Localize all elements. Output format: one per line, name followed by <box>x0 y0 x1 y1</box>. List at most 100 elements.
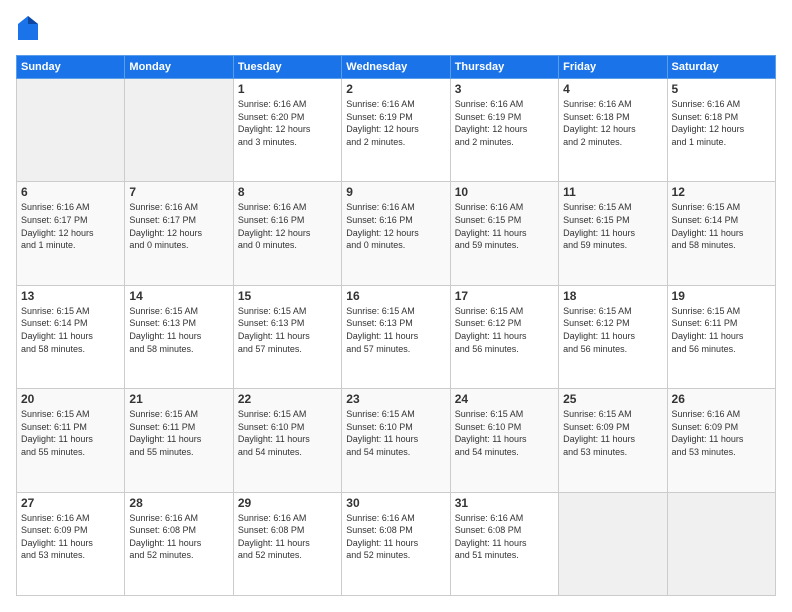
day-info: Sunrise: 6:16 AM Sunset: 6:08 PM Dayligh… <box>238 512 337 562</box>
day-info: Sunrise: 6:15 AM Sunset: 6:13 PM Dayligh… <box>129 305 228 355</box>
day-number: 29 <box>238 496 337 510</box>
week-row-5: 27 Sunrise: 6:16 AM Sunset: 6:09 PM Dayli… <box>17 492 776 595</box>
day-number: 25 <box>563 392 662 406</box>
calendar-cell: 19 Sunrise: 6:15 AM Sunset: 6:11 PM Dayli… <box>667 285 775 388</box>
day-number: 24 <box>455 392 554 406</box>
calendar-cell: 29 Sunrise: 6:16 AM Sunset: 6:08 PM Dayli… <box>233 492 341 595</box>
day-number: 17 <box>455 289 554 303</box>
day-info: Sunrise: 6:16 AM Sunset: 6:17 PM Dayligh… <box>129 201 228 251</box>
day-number: 6 <box>21 185 120 199</box>
calendar-cell: 14 Sunrise: 6:15 AM Sunset: 6:13 PM Dayli… <box>125 285 233 388</box>
calendar-cell: 25 Sunrise: 6:15 AM Sunset: 6:09 PM Dayli… <box>559 389 667 492</box>
calendar-cell: 28 Sunrise: 6:16 AM Sunset: 6:08 PM Dayli… <box>125 492 233 595</box>
weekday-header-tuesday: Tuesday <box>233 56 341 79</box>
calendar-cell: 17 Sunrise: 6:15 AM Sunset: 6:12 PM Dayli… <box>450 285 558 388</box>
day-number: 20 <box>21 392 120 406</box>
calendar-cell: 24 Sunrise: 6:15 AM Sunset: 6:10 PM Dayli… <box>450 389 558 492</box>
weekday-header-friday: Friday <box>559 56 667 79</box>
day-number: 30 <box>346 496 445 510</box>
week-row-1: 1Sunrise: 6:16 AM Sunset: 6:20 PM Daylig… <box>17 79 776 182</box>
day-number: 2 <box>346 82 445 96</box>
day-info: Sunrise: 6:16 AM Sunset: 6:19 PM Dayligh… <box>346 98 445 148</box>
day-info: Sunrise: 6:15 AM Sunset: 6:10 PM Dayligh… <box>455 408 554 458</box>
day-number: 9 <box>346 185 445 199</box>
calendar-cell: 7 Sunrise: 6:16 AM Sunset: 6:17 PM Daylig… <box>125 182 233 285</box>
calendar-cell: 30 Sunrise: 6:16 AM Sunset: 6:08 PM Dayli… <box>342 492 450 595</box>
calendar-cell: 18Sunrise: 6:15 AM Sunset: 6:12 PM Dayli… <box>559 285 667 388</box>
week-row-3: 13 Sunrise: 6:15 AM Sunset: 6:14 PM Dayli… <box>17 285 776 388</box>
day-number: 13 <box>21 289 120 303</box>
day-info: Sunrise: 6:16 AM Sunset: 6:19 PM Dayligh… <box>455 98 554 148</box>
calendar-cell: 6 Sunrise: 6:16 AM Sunset: 6:17 PM Daylig… <box>17 182 125 285</box>
day-info: Sunrise: 6:16 AM Sunset: 6:18 PM Dayligh… <box>563 98 662 148</box>
calendar-cell: 20 Sunrise: 6:15 AM Sunset: 6:11 PM Dayli… <box>17 389 125 492</box>
day-info: Sunrise: 6:15 AM Sunset: 6:13 PM Dayligh… <box>238 305 337 355</box>
day-info: Sunrise: 6:15 AM Sunset: 6:10 PM Dayligh… <box>346 408 445 458</box>
header <box>16 16 776 45</box>
calendar-cell: 3 Sunrise: 6:16 AM Sunset: 6:19 PM Daylig… <box>450 79 558 182</box>
calendar-cell: 23 Sunrise: 6:15 AM Sunset: 6:10 PM Dayli… <box>342 389 450 492</box>
calendar-cell: 13 Sunrise: 6:15 AM Sunset: 6:14 PM Dayli… <box>17 285 125 388</box>
calendar-cell <box>559 492 667 595</box>
calendar-cell: 15 Sunrise: 6:15 AM Sunset: 6:13 PM Dayli… <box>233 285 341 388</box>
day-info: Sunrise: 6:15 AM Sunset: 6:14 PM Dayligh… <box>21 305 120 355</box>
calendar-cell <box>17 79 125 182</box>
day-info: Sunrise: 6:16 AM Sunset: 6:08 PM Dayligh… <box>129 512 228 562</box>
day-number: 27 <box>21 496 120 510</box>
day-number: 14 <box>129 289 228 303</box>
day-info: Sunrise: 6:16 AM Sunset: 6:15 PM Dayligh… <box>455 201 554 251</box>
day-number: 3 <box>455 82 554 96</box>
day-info: Sunrise: 6:16 AM Sunset: 6:18 PM Dayligh… <box>672 98 771 148</box>
calendar-cell: 16 Sunrise: 6:15 AM Sunset: 6:13 PM Dayli… <box>342 285 450 388</box>
day-info: Sunrise: 6:16 AM Sunset: 6:08 PM Dayligh… <box>346 512 445 562</box>
weekday-header-sunday: Sunday <box>17 56 125 79</box>
day-info: Sunrise: 6:15 AM Sunset: 6:14 PM Dayligh… <box>672 201 771 251</box>
day-info: Sunrise: 6:15 AM Sunset: 6:12 PM Dayligh… <box>563 305 662 355</box>
calendar-table: SundayMondayTuesdayWednesdayThursdayFrid… <box>16 55 776 596</box>
day-number: 19 <box>672 289 771 303</box>
day-number: 15 <box>238 289 337 303</box>
day-info: Sunrise: 6:16 AM Sunset: 6:09 PM Dayligh… <box>21 512 120 562</box>
calendar-cell <box>125 79 233 182</box>
day-info: Sunrise: 6:15 AM Sunset: 6:11 PM Dayligh… <box>129 408 228 458</box>
day-info: Sunrise: 6:15 AM Sunset: 6:11 PM Dayligh… <box>21 408 120 458</box>
calendar-cell: 9 Sunrise: 6:16 AM Sunset: 6:16 PM Daylig… <box>342 182 450 285</box>
calendar-cell: 22Sunrise: 6:15 AM Sunset: 6:10 PM Dayli… <box>233 389 341 492</box>
day-number: 7 <box>129 185 228 199</box>
calendar-cell: 27 Sunrise: 6:16 AM Sunset: 6:09 PM Dayli… <box>17 492 125 595</box>
calendar-cell: 8Sunrise: 6:16 AM Sunset: 6:16 PM Daylig… <box>233 182 341 285</box>
day-info: Sunrise: 6:15 AM Sunset: 6:10 PM Dayligh… <box>238 408 337 458</box>
logo <box>16 16 42 45</box>
day-info: Sunrise: 6:15 AM Sunset: 6:12 PM Dayligh… <box>455 305 554 355</box>
calendar-cell: 21 Sunrise: 6:15 AM Sunset: 6:11 PM Dayli… <box>125 389 233 492</box>
day-info: Sunrise: 6:15 AM Sunset: 6:15 PM Dayligh… <box>563 201 662 251</box>
week-row-2: 6 Sunrise: 6:16 AM Sunset: 6:17 PM Daylig… <box>17 182 776 285</box>
day-number: 23 <box>346 392 445 406</box>
logo-icon <box>18 16 38 40</box>
calendar-cell: 12 Sunrise: 6:15 AM Sunset: 6:14 PM Dayli… <box>667 182 775 285</box>
day-number: 11 <box>563 185 662 199</box>
page: SundayMondayTuesdayWednesdayThursdayFrid… <box>0 0 792 612</box>
calendar-cell: 1Sunrise: 6:16 AM Sunset: 6:20 PM Daylig… <box>233 79 341 182</box>
calendar-cell: 2 Sunrise: 6:16 AM Sunset: 6:19 PM Daylig… <box>342 79 450 182</box>
day-info: Sunrise: 6:16 AM Sunset: 6:16 PM Dayligh… <box>346 201 445 251</box>
day-number: 12 <box>672 185 771 199</box>
weekday-header-row: SundayMondayTuesdayWednesdayThursdayFrid… <box>17 56 776 79</box>
day-number: 28 <box>129 496 228 510</box>
day-info: Sunrise: 6:15 AM Sunset: 6:09 PM Dayligh… <box>563 408 662 458</box>
day-number: 10 <box>455 185 554 199</box>
calendar-cell: 4Sunrise: 6:16 AM Sunset: 6:18 PM Daylig… <box>559 79 667 182</box>
day-info: Sunrise: 6:15 AM Sunset: 6:11 PM Dayligh… <box>672 305 771 355</box>
calendar-cell: 31Sunrise: 6:16 AM Sunset: 6:08 PM Dayli… <box>450 492 558 595</box>
day-info: Sunrise: 6:16 AM Sunset: 6:20 PM Dayligh… <box>238 98 337 148</box>
calendar-cell: 26Sunrise: 6:16 AM Sunset: 6:09 PM Dayli… <box>667 389 775 492</box>
weekday-header-saturday: Saturday <box>667 56 775 79</box>
weekday-header-wednesday: Wednesday <box>342 56 450 79</box>
calendar-cell: 11 Sunrise: 6:15 AM Sunset: 6:15 PM Dayli… <box>559 182 667 285</box>
day-number: 21 <box>129 392 228 406</box>
day-number: 16 <box>346 289 445 303</box>
day-info: Sunrise: 6:15 AM Sunset: 6:13 PM Dayligh… <box>346 305 445 355</box>
day-info: Sunrise: 6:16 AM Sunset: 6:17 PM Dayligh… <box>21 201 120 251</box>
calendar-cell: 10 Sunrise: 6:16 AM Sunset: 6:15 PM Dayli… <box>450 182 558 285</box>
week-row-4: 20 Sunrise: 6:15 AM Sunset: 6:11 PM Dayli… <box>17 389 776 492</box>
